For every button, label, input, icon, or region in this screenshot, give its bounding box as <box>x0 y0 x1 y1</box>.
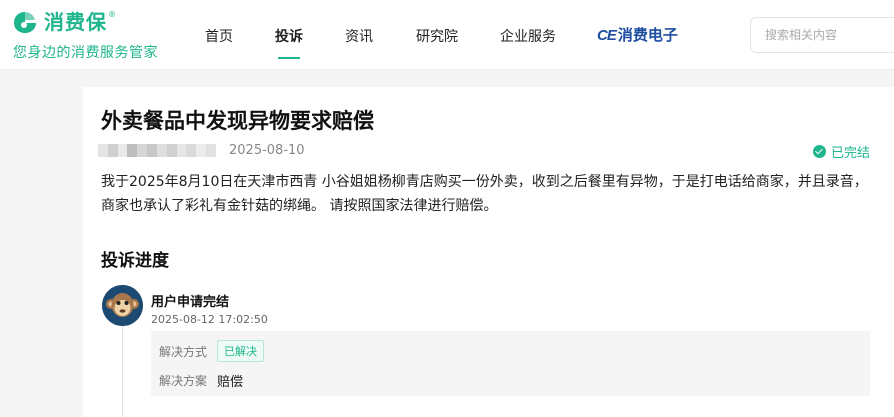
complaint-card: 外卖餐品中发现异物要求赔偿 2025-08-10 已完结 我于2025年8月10… <box>83 87 894 417</box>
ce-logo: CE <box>597 27 617 44</box>
monkey-avatar-icon <box>102 285 143 326</box>
pixelated-username <box>98 144 216 157</box>
progress-section-title: 投诉进度 <box>101 251 169 271</box>
resolution-details: 解决方式 已解决 解决方案 赔偿 <box>151 331 870 396</box>
resolution-method-badge: 已解决 <box>217 340 264 362</box>
check-circle-icon <box>812 145 826 158</box>
site-slogan: 您身边的消费服务管家 <box>13 45 158 61</box>
nav-item-home[interactable]: 首页 <box>205 26 233 46</box>
consumer-electronics-link[interactable]: CE 消费电子 <box>597 24 678 45</box>
logo-registered-mark: ® <box>108 9 116 19</box>
leaf-logo-icon <box>12 9 38 35</box>
search-box[interactable] <box>750 17 894 53</box>
resolution-plan-label: 解决方案 <box>159 374 208 388</box>
resolution-plan-value: 赔偿 <box>217 375 244 390</box>
ce-logo-text: 消费电子 <box>617 26 678 44</box>
resolution-plan-row: 解决方案 赔偿 <box>159 371 243 390</box>
nav-active-indicator <box>278 57 300 59</box>
nav-item-enterprise[interactable]: 企业服务 <box>500 26 556 46</box>
timeline-event-title: 用户申请完结 <box>151 295 230 310</box>
site-header: 消费保 ® 您身边的消费服务管家 首页 投诉 资讯 研究院 企业服务 CE 消费电… <box>0 0 894 70</box>
complaint-description: 我于2025年8月10日在天津市西青 小谷姐姐杨柳青店购买一份外卖，收到之后餐里… <box>101 174 868 214</box>
search-input[interactable] <box>751 18 881 52</box>
nav-item-complaints[interactable]: 投诉 <box>275 26 303 46</box>
resolution-method-label: 解决方式 <box>159 344 208 359</box>
status-badge: 已完结 <box>812 142 870 161</box>
complaint-title: 外卖餐品中发现异物要求赔偿 <box>101 109 374 133</box>
nav-item-research[interactable]: 研究院 <box>416 26 458 46</box>
complaint-date: 2025-08-10 <box>229 143 305 158</box>
nav-item-news[interactable]: 资讯 <box>345 26 373 46</box>
timeline-event-time: 2025-08-12 17:02:50 <box>151 313 268 326</box>
resolution-method-row: 解决方式 已解决 <box>159 340 264 362</box>
logo-text: 消费保 <box>44 10 107 34</box>
timeline-line <box>122 323 123 417</box>
status-text: 已完结 <box>830 146 870 161</box>
site-logo[interactable]: 消费保 ® <box>12 9 116 35</box>
